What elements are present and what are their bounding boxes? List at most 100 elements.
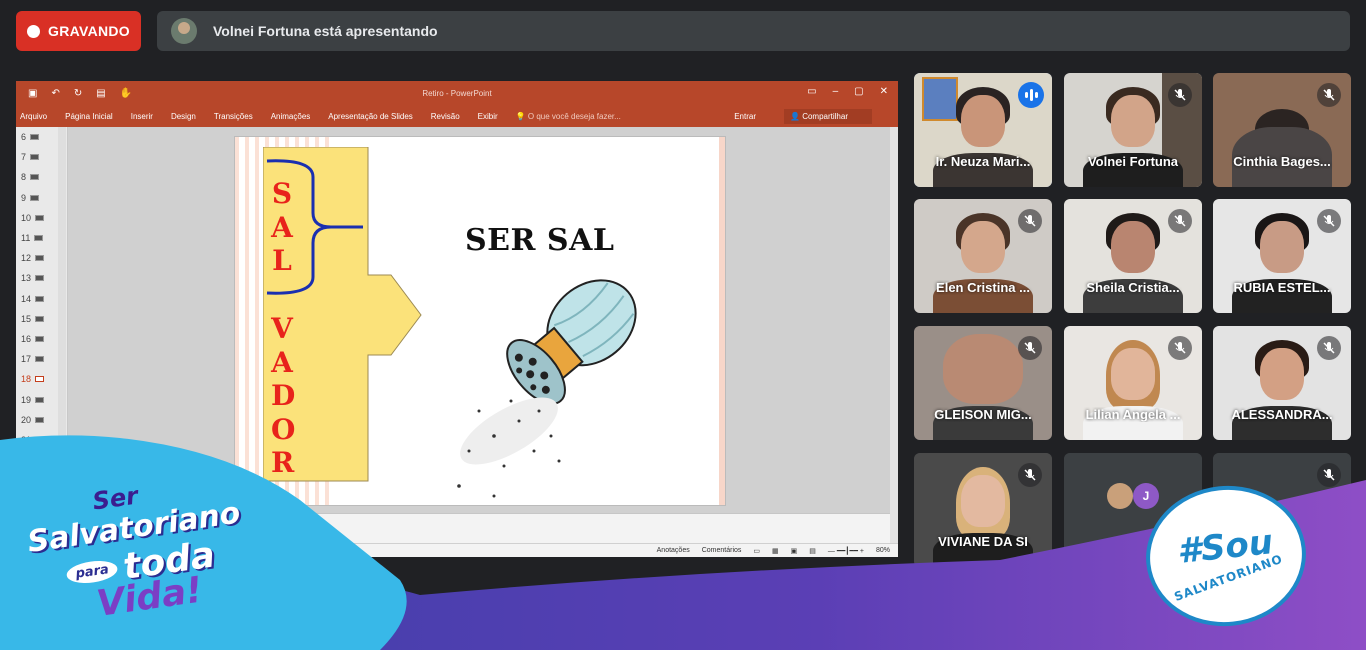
camera-toggle-button[interactable] [575, 592, 615, 632]
participant-tile[interactable]: ALESSANDRA... [1213, 326, 1351, 440]
recording-label: GRAVANDO [48, 23, 130, 39]
mic-off-icon [1317, 463, 1341, 487]
participant-name: VIVIANE DA SI [938, 534, 1028, 549]
participant-tile[interactable]: Volnei Fortuna [1064, 73, 1202, 187]
slide-number: 15 [21, 313, 32, 324]
share-button[interactable]: 👤 Compartilhar [784, 108, 872, 124]
mic-off-icon [1168, 336, 1192, 360]
zoom-level[interactable]: 80% [876, 547, 890, 554]
participant-name: Cinthia Bages... [1233, 154, 1331, 169]
participant-tile[interactable]: VIVIANE DA SI [914, 453, 1052, 567]
reading-view-icon[interactable]: ▣ [791, 547, 798, 555]
ppt-title-bar: ▣ ↶ ↻ ▤ ✋ Retiro - PowerPoint ▭ – ▢ ✕ [16, 81, 898, 105]
letter: D [271, 379, 296, 412]
ribbon-tab[interactable]: Design [171, 112, 196, 121]
recording-indicator[interactable]: GRAVANDO [16, 11, 141, 51]
participant-tile[interactable]: Elen Cristina ... [914, 199, 1052, 313]
mic-off-icon [1018, 336, 1042, 360]
letter: A [271, 345, 293, 379]
ribbon-options-icon[interactable]: ▭ [807, 86, 816, 97]
speaking-indicator-icon [1018, 82, 1044, 108]
participant-name: ALESSANDRA... [1231, 407, 1333, 422]
participant-name: Elen Cristina ... [936, 280, 1030, 295]
maximize-icon[interactable]: ▢ [854, 86, 863, 97]
participant-name: GLEISON MIG... [934, 407, 1032, 422]
leave-call-button[interactable] [782, 592, 834, 632]
slide-mini-icon [30, 134, 40, 141]
participant-tile[interactable]: RUBIA ESTEL... [1213, 199, 1351, 313]
zoom-slider[interactable]: — ━━┃━━ + [828, 547, 864, 555]
notes-button[interactable]: Anotações [657, 547, 690, 554]
slide-thumbnail-pane[interactable]: 6 7 8 9 10 11 12 13 14 15 16 17 18 19 20… [16, 127, 68, 543]
slide-number: 6 [21, 132, 27, 143]
ribbon-tab[interactable]: Inserir [131, 112, 153, 121]
sign-in-link[interactable]: Entrar [734, 112, 756, 121]
participant-name: RUBIA ESTEL... [1233, 280, 1331, 295]
mic-off-icon [1317, 83, 1341, 107]
slide-number: 10 [21, 212, 32, 223]
mic-off-icon [1168, 209, 1192, 233]
slide-number: 12 [21, 253, 32, 264]
presentation-banner: Volnei Fortuna está apresentando [157, 11, 1350, 51]
participant-tile[interactable]: Sheila Cristia... [1064, 199, 1202, 313]
slideshow-view-icon[interactable]: ▤ [809, 547, 816, 555]
participant-name: Lilian Angela ... [1085, 407, 1181, 422]
mic-toggle-button[interactable] [523, 592, 563, 632]
ribbon-tab[interactable]: Apresentação de Slides [328, 112, 413, 121]
slide-mini-icon [35, 255, 45, 262]
slide-mini-icon [35, 356, 45, 363]
close-icon[interactable]: ✕ [880, 86, 888, 97]
mic-off-icon [1317, 336, 1341, 360]
presentation-banner-text: Volnei Fortuna está apresentando [213, 23, 438, 39]
tell-me-text: O que você deseja fazer... [527, 111, 621, 121]
slide-mini-icon [30, 194, 40, 201]
slide-mini-icon [35, 416, 45, 423]
slide-number: 19 [21, 394, 32, 405]
tell-me-search[interactable]: 💡 O que você deseja fazer... [516, 112, 639, 121]
current-slide[interactable]: S A L V A D O R SER SAL [234, 136, 726, 506]
slide-scrollbar[interactable] [890, 127, 898, 543]
letter: O [271, 412, 296, 446]
more-options-button[interactable] [731, 592, 771, 632]
participant-tile[interactable]: GLEISON MIG... [914, 326, 1052, 440]
slide-mini-icon [35, 295, 45, 302]
brand-slogan-left: Ser Salvatoriano para toda Vida! [22, 468, 253, 633]
ribbon-tab[interactable]: Transições [214, 112, 253, 121]
participant-tile[interactable]: Lilian Angela ... [1064, 326, 1202, 440]
ribbon-tab[interactable]: Arquivo [20, 112, 47, 121]
slide-number: 13 [21, 273, 32, 284]
ribbon-tab[interactable]: Animações [271, 112, 311, 121]
mic-off-icon [1018, 463, 1042, 487]
slide-number: 7 [21, 152, 27, 163]
minimize-icon[interactable]: – [833, 86, 839, 97]
slide-sorter-icon[interactable]: ▦ [772, 547, 779, 555]
ribbon-tab[interactable]: Exibir [478, 112, 498, 121]
slide-number: 18 [21, 374, 32, 385]
slide-mini-icon [35, 275, 45, 282]
vertical-word-vador: V A D O R [271, 312, 296, 480]
participant-tile[interactable]: Cinthia Bages... [1213, 73, 1351, 187]
participant-tile[interactable]: Ir. Neuza Mari... [914, 73, 1052, 187]
slide-mini-icon [35, 436, 45, 443]
mic-off-icon [1168, 83, 1192, 107]
present-button[interactable] [679, 592, 719, 632]
ribbon-tab[interactable]: Página Inicial [65, 112, 113, 121]
slide-mini-icon [35, 315, 45, 322]
slide-headline: SER SAL [465, 223, 615, 258]
comments-button[interactable]: Comentários [702, 547, 742, 554]
share-label: Compartilhar [802, 111, 848, 121]
ribbon-tab[interactable]: Revisão [431, 112, 460, 121]
participant-name: Sheila Cristia... [1086, 280, 1180, 295]
slide-number: 8 [21, 172, 27, 183]
record-dot-icon [27, 24, 40, 38]
slide-mini-icon [35, 214, 45, 221]
slide-number: 17 [21, 354, 32, 365]
slide-number: 14 [21, 293, 32, 304]
ppt-doc-title: Retiro - PowerPoint [422, 88, 492, 98]
raise-hand-button[interactable] [627, 592, 667, 632]
mic-off-icon [1018, 209, 1042, 233]
presenter-avatar [171, 18, 197, 44]
thumbnail-scrollbar[interactable] [58, 127, 66, 543]
slide-number: 9 [21, 192, 27, 203]
normal-view-icon[interactable]: ▭ [753, 547, 760, 555]
